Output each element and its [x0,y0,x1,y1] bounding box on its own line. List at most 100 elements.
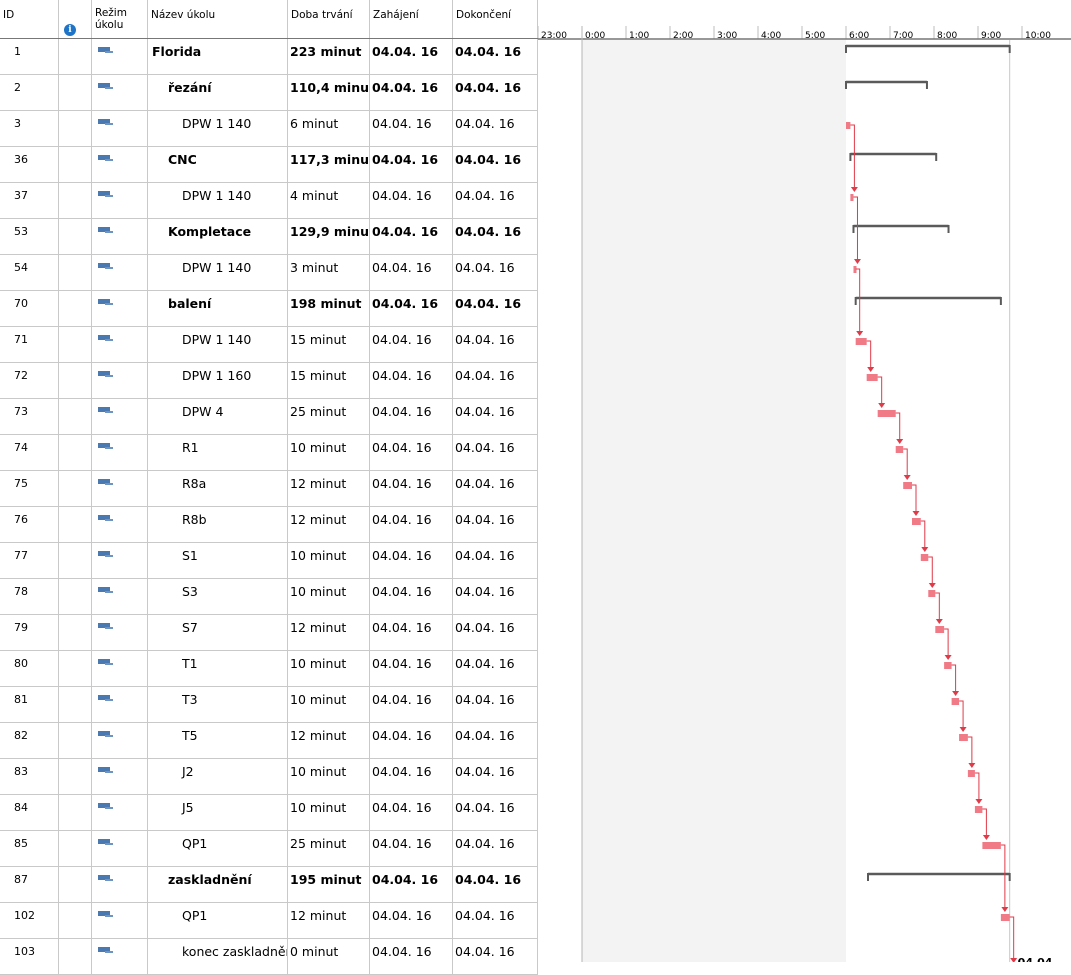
task-name[interactable]: S3 [148,579,288,615]
task-finish[interactable]: 04.04. 16 [453,435,538,471]
task-duration[interactable]: 12 minut [288,507,370,543]
table-row[interactable]: 3 DPW 1 140 6 minut 04.04. 16 04.04. 16 [0,111,538,147]
table-row[interactable]: 74 R1 10 minut 04.04. 16 04.04. 16 [0,435,538,471]
table-row[interactable]: 79 S7 12 minut 04.04. 16 04.04. 16 [0,615,538,651]
task-name[interactable]: QP1 [148,903,288,939]
table-row[interactable]: 102 QP1 12 minut 04.04. 16 04.04. 16 [0,903,538,939]
task-start[interactable]: 04.04. 16 [370,111,453,147]
column-header-mode[interactable]: Režim úkolu [92,0,148,39]
task-finish[interactable]: 04.04. 16 [453,219,538,255]
task-start[interactable]: 04.04. 16 [370,867,453,903]
task-duration[interactable]: 6 minut [288,111,370,147]
task-name[interactable]: balení [148,291,288,327]
task-start[interactable]: 04.04. 16 [370,147,453,183]
task-mode-cell[interactable] [92,867,148,903]
task-finish[interactable]: 04.04. 16 [453,183,538,219]
task-name[interactable]: T3 [148,687,288,723]
table-row[interactable]: 84 J5 10 minut 04.04. 16 04.04. 16 [0,795,538,831]
task-duration[interactable]: 3 minut [288,255,370,291]
task-mode-cell[interactable] [92,111,148,147]
table-row[interactable]: 81 T3 10 minut 04.04. 16 04.04. 16 [0,687,538,723]
task-name[interactable]: DPW 1 140 [148,255,288,291]
task-finish[interactable]: 04.04. 16 [453,111,538,147]
table-row[interactable]: 85 QP1 25 minut 04.04. 16 04.04. 16 [0,831,538,867]
task-start[interactable]: 04.04. 16 [370,255,453,291]
table-row[interactable]: 83 J2 10 minut 04.04. 16 04.04. 16 [0,759,538,795]
table-row[interactable]: 54 DPW 1 140 3 minut 04.04. 16 04.04. 16 [0,255,538,291]
task-start[interactable]: 04.04. 16 [370,399,453,435]
table-row[interactable]: 53 Kompletace 129,9 minut 04.04. 16 04.04. 1… [0,219,538,255]
task-start[interactable]: 04.04. 16 [370,471,453,507]
task-finish[interactable]: 04.04. 16 [453,363,538,399]
task-finish[interactable]: 04.04. 16 [453,291,538,327]
task-mode-cell[interactable] [92,39,148,75]
task-mode-cell[interactable] [92,831,148,867]
task-start[interactable]: 04.04. 16 [370,435,453,471]
task-finish[interactable]: 04.04. 16 [453,579,538,615]
task-finish[interactable]: 04.04. 16 [453,831,538,867]
task-mode-cell[interactable] [92,651,148,687]
task-duration[interactable]: 25 minut [288,831,370,867]
task-finish[interactable]: 04.04. 16 [453,507,538,543]
task-name[interactable]: řezání [148,75,288,111]
table-row[interactable]: 78 S3 10 minut 04.04. 16 04.04. 16 [0,579,538,615]
task-mode-cell[interactable] [92,723,148,759]
task-name[interactable]: DPW 1 140 [148,111,288,147]
task-duration[interactable]: 10 minut [288,759,370,795]
task-finish[interactable]: 04.04. 16 [453,939,538,975]
task-mode-cell[interactable] [92,939,148,975]
task-finish[interactable]: 04.04. 16 [453,867,538,903]
column-header-name[interactable]: Název úkolu [148,0,288,39]
task-finish[interactable]: 04.04. 16 [453,615,538,651]
table-row[interactable]: 76 R8b 12 minut 04.04. 16 04.04. 16 [0,507,538,543]
task-mode-cell[interactable] [92,327,148,363]
task-start[interactable]: 04.04. 16 [370,615,453,651]
task-name[interactable]: Florida [148,39,288,75]
task-finish[interactable]: 04.04. 16 [453,543,538,579]
task-mode-cell[interactable] [92,903,148,939]
task-finish[interactable]: 04.04. 16 [453,651,538,687]
task-name[interactable]: zaskladnění [148,867,288,903]
task-name[interactable]: DPW 4 [148,399,288,435]
task-finish[interactable]: 04.04. 16 [453,255,538,291]
task-start[interactable]: 04.04. 16 [370,579,453,615]
table-row[interactable]: 2 řezání 110,4 minut 04.04. 16 04.04. 16 [0,75,538,111]
task-duration[interactable]: 223 minut [288,39,370,75]
task-start[interactable]: 04.04. 16 [370,759,453,795]
task-mode-cell[interactable] [92,759,148,795]
task-name[interactable]: R8a [148,471,288,507]
task-finish[interactable]: 04.04. 16 [453,723,538,759]
task-start[interactable]: 04.04. 16 [370,327,453,363]
column-header-duration[interactable]: Doba trvání [288,0,370,39]
task-duration[interactable]: 10 minut [288,651,370,687]
task-duration[interactable]: 12 minut [288,615,370,651]
column-header-id[interactable]: ID [0,0,59,39]
table-row[interactable]: 87 zaskladnění 195 minut 04.04. 16 04.04. 16 [0,867,538,903]
task-name[interactable]: R8b [148,507,288,543]
task-name[interactable]: J2 [148,759,288,795]
task-duration[interactable]: 10 minut [288,579,370,615]
task-duration[interactable]: 12 minut [288,471,370,507]
task-name[interactable]: QP1 [148,831,288,867]
task-name[interactable]: T5 [148,723,288,759]
task-name[interactable]: T1 [148,651,288,687]
table-row[interactable]: 75 R8a 12 minut 04.04. 16 04.04. 16 [0,471,538,507]
task-finish[interactable]: 04.04. 16 [453,903,538,939]
task-mode-cell[interactable] [92,255,148,291]
task-mode-cell[interactable] [92,579,148,615]
column-header-finish[interactable]: Dokončení [453,0,538,39]
task-duration[interactable]: 15 minut [288,363,370,399]
task-duration[interactable]: 110,4 minut [288,75,370,111]
task-name[interactable]: DPW 1 140 [148,183,288,219]
task-mode-cell[interactable] [92,219,148,255]
task-start[interactable]: 04.04. 16 [370,543,453,579]
task-name[interactable]: CNC [148,147,288,183]
task-mode-cell[interactable] [92,435,148,471]
task-finish[interactable]: 04.04. 16 [453,795,538,831]
task-name[interactable]: DPW 1 140 [148,327,288,363]
task-duration[interactable]: 12 minut [288,723,370,759]
task-mode-cell[interactable] [92,183,148,219]
table-row[interactable]: 36 CNC 117,3 minut 04.04. 16 04.04. 16 [0,147,538,183]
task-start[interactable]: 04.04. 16 [370,39,453,75]
task-mode-cell[interactable] [92,795,148,831]
